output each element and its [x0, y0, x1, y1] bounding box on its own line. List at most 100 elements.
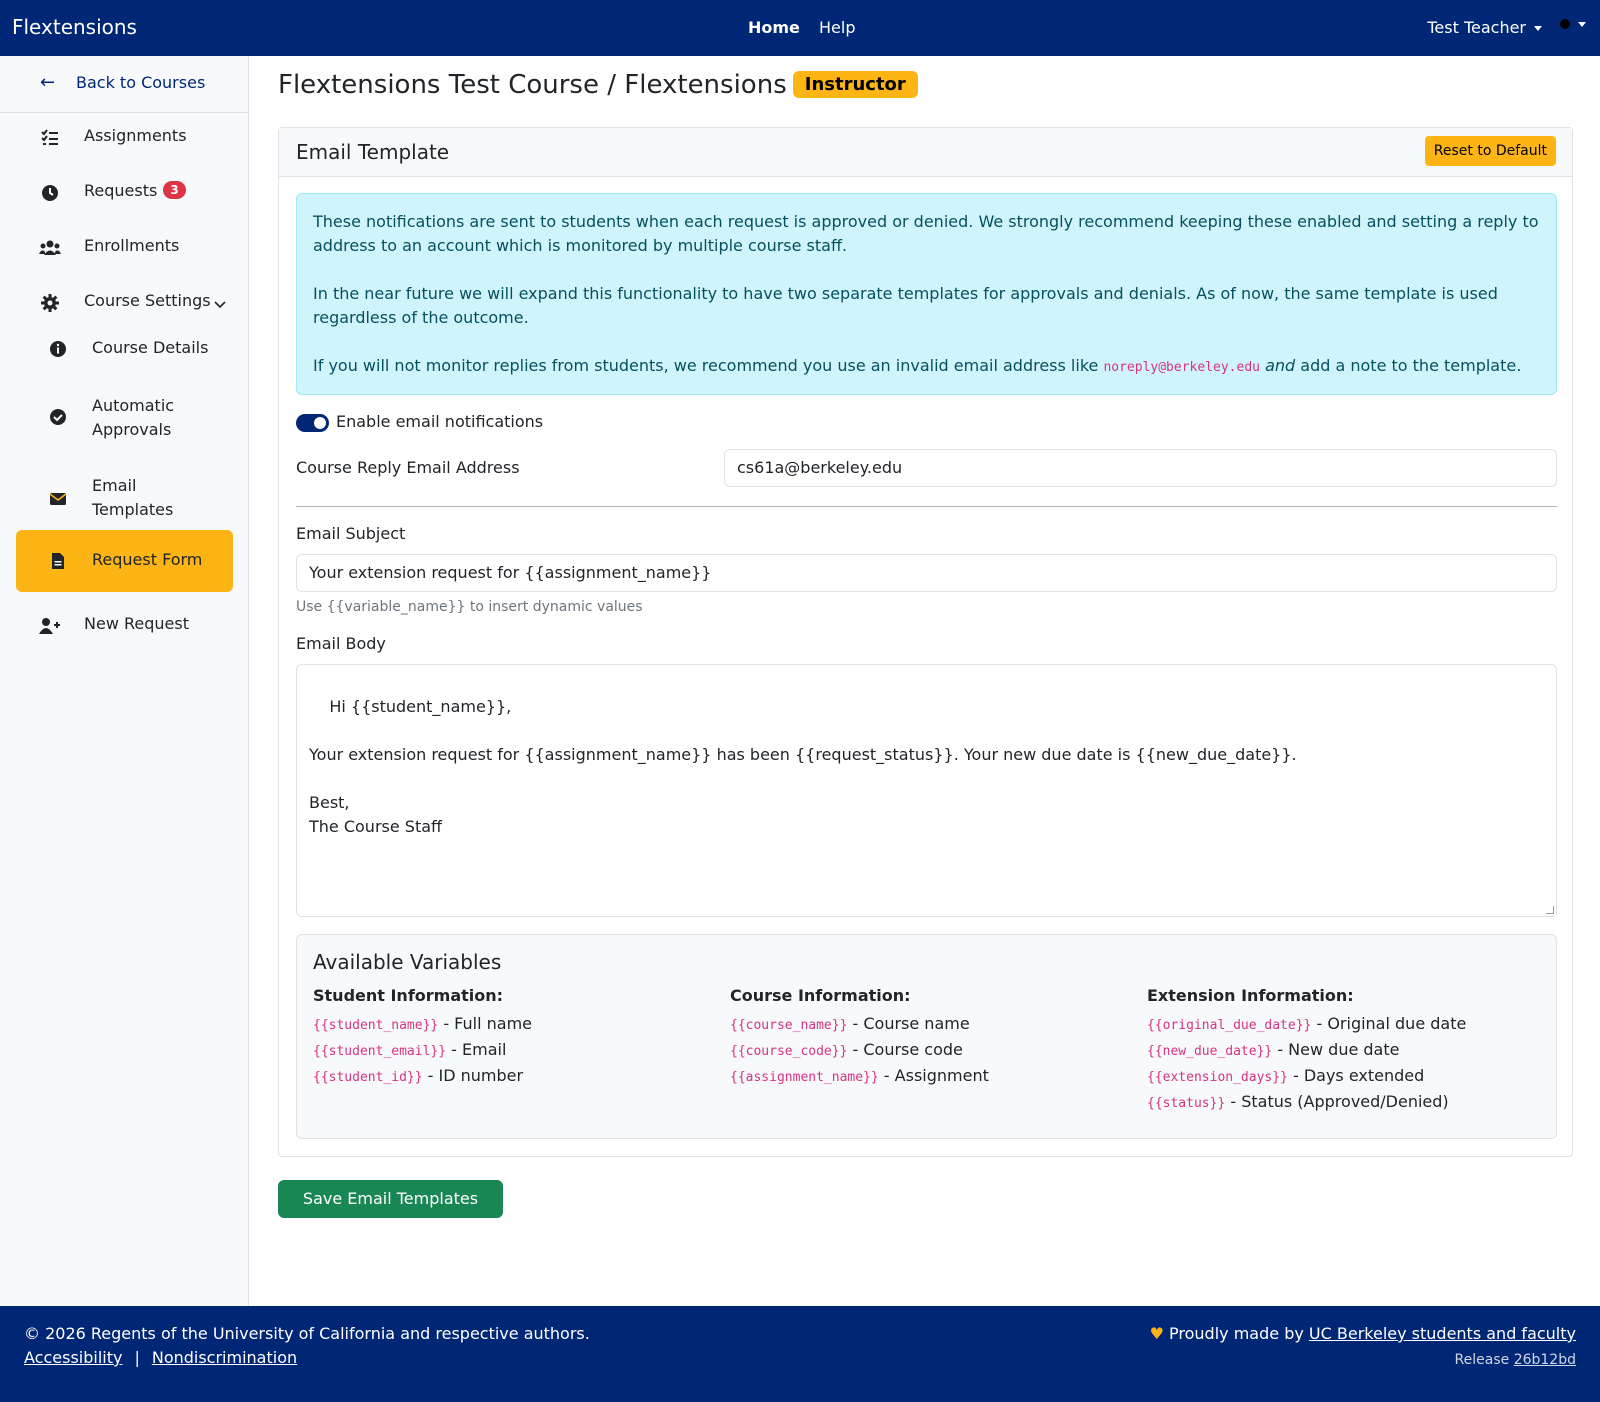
alert-emphasis: and	[1265, 356, 1296, 375]
extension-info-column: Extension Information: {{original_due_da…	[1147, 984, 1547, 1116]
variable-desc: - Status (Approved/Denied)	[1225, 1092, 1449, 1111]
sidebar: ← Back to Courses Assignments Requests 3 …	[0, 56, 249, 1306]
footer: © 2026 Regents of the University of Cali…	[0, 1306, 1600, 1402]
sidebar-item-enrollments[interactable]: Enrollments	[0, 236, 249, 276]
variable-row: {{student_name}} - Full name	[313, 1012, 713, 1038]
student-info-column: Student Information: {{student_name}} - …	[313, 984, 713, 1090]
email-body-label: Email Body	[296, 634, 386, 653]
sidebar-item-assignments[interactable]: Assignments	[0, 126, 249, 166]
release-link[interactable]: 26b12bd	[1514, 1352, 1576, 1368]
uc-berkeley-link[interactable]: UC Berkeley students and faculty	[1309, 1324, 1576, 1343]
theme-toggle[interactable]	[1560, 16, 1586, 32]
email-body-textarea[interactable]: Hi {{student_name}}, Your extension requ…	[296, 664, 1557, 917]
envelope-icon	[49, 493, 67, 505]
resize-handle[interactable]	[1546, 906, 1554, 914]
save-email-templates-button[interactable]: Save Email Templates	[278, 1180, 503, 1218]
top-navbar: Flextensions Home Help Test Teacher	[0, 0, 1600, 56]
variable-code: {{student_name}}	[313, 1018, 439, 1033]
copyright-text: © 2026 Regents of the University of Cali…	[24, 1324, 590, 1343]
sidebar-item-new-request[interactable]: New Request	[0, 614, 249, 654]
variable-code: {{student_id}}	[313, 1070, 423, 1085]
sidebar-item-label: Request Form	[92, 550, 203, 569]
variable-code: {{original_due_date}}	[1147, 1018, 1312, 1033]
toggle-knob	[314, 417, 326, 429]
check-circle-icon	[50, 409, 66, 425]
footer-links: Accessibility | Nondiscrimination	[24, 1348, 297, 1367]
variable-row: {{course_code}} - Course code	[730, 1038, 1130, 1064]
variable-code: {{extension_days}}	[1147, 1070, 1288, 1085]
user-menu[interactable]: Test Teacher	[1427, 18, 1542, 37]
noreply-email-code: noreply@berkeley.edu	[1103, 360, 1260, 375]
sidebar-item-requests[interactable]: Requests 3	[0, 181, 249, 221]
alert-text: add a note to the template.	[1295, 356, 1522, 375]
variable-row: {{course_name}} - Course name	[730, 1012, 1130, 1038]
reply-email-label: Course Reply Email Address	[296, 458, 520, 477]
variable-row: {{assignment_name}} - Assignment	[730, 1064, 1130, 1090]
card-header: Email Template Reset to Default	[279, 128, 1572, 177]
course-info-heading: Course Information:	[730, 986, 911, 1005]
back-to-courses-link[interactable]: ← Back to Courses	[0, 56, 248, 113]
available-variables-panel: Available Variables Student Information:…	[296, 934, 1557, 1139]
user-name: Test Teacher	[1427, 18, 1526, 37]
heart-icon: ♥	[1149, 1324, 1164, 1343]
nav-home-link[interactable]: Home	[748, 18, 800, 37]
sun-icon	[1560, 19, 1570, 29]
sidebar-item-course-details[interactable]: Course Details	[0, 338, 249, 378]
variable-row: {{extension_days}} - Days extended	[1147, 1064, 1547, 1090]
sidebar-item-automatic-approvals[interactable]: Automatic Approvals	[0, 394, 249, 444]
clock-icon	[42, 185, 58, 201]
made-by: ♥ Proudly made by UC Berkeley students a…	[1150, 1324, 1576, 1343]
sidebar-item-label: Requests	[84, 181, 158, 200]
sidebar-item-course-settings[interactable]: Course Settings	[0, 291, 249, 331]
alert-paragraph-2: In the near future we will expand this f…	[313, 284, 1498, 327]
release-label: Release	[1454, 1352, 1510, 1368]
card-title: Email Template	[296, 140, 450, 164]
list-check-icon	[41, 129, 58, 145]
sidebar-item-label: Course Settings	[84, 291, 211, 310]
variable-desc: - Course name	[847, 1014, 970, 1033]
arrow-left-icon: ←	[40, 72, 56, 93]
sidebar-item-label: New Request	[84, 614, 189, 633]
variable-row: {{student_id}} - ID number	[313, 1064, 713, 1090]
available-variables-title: Available Variables	[313, 950, 502, 974]
sidebar-item-label: Email Templates	[92, 476, 174, 519]
reply-email-input[interactable]: cs61a@berkeley.edu	[724, 449, 1557, 487]
variable-code: {{new_due_date}}	[1147, 1044, 1273, 1059]
alert-text: If you will not monitor replies from stu…	[313, 356, 1104, 375]
role-badge: Instructor	[792, 71, 918, 98]
divider	[296, 506, 1557, 507]
chevron-down-icon	[1534, 26, 1542, 31]
nondiscrimination-link[interactable]: Nondiscrimination	[152, 1348, 297, 1367]
email-subject-label: Email Subject	[296, 524, 406, 543]
variable-desc: - Original due date	[1311, 1014, 1467, 1033]
gear-icon	[41, 294, 59, 312]
variable-row: {{original_due_date}} - Original due dat…	[1147, 1012, 1547, 1038]
variable-desc: - Full name	[438, 1014, 532, 1033]
release-info: Release 26b12bd	[1455, 1352, 1576, 1368]
email-notifications-toggle[interactable]	[296, 414, 329, 432]
page-title: Flextensions Test Course / Flextensions	[278, 70, 787, 100]
sidebar-item-label: Course Details	[92, 338, 209, 357]
page-title-row: Flextensions Test Course / Flextensions I…	[278, 70, 918, 100]
sidebar-item-request-form[interactable]: Request Form	[0, 550, 249, 590]
variable-desc: - Days extended	[1287, 1066, 1425, 1085]
sidebar-item-label: Automatic Approvals	[92, 396, 175, 439]
email-body-text: Hi {{student_name}}, Your extension requ…	[309, 697, 1297, 836]
reset-to-default-button[interactable]: Reset to Default	[1424, 136, 1556, 166]
back-to-courses-label: Back to Courses	[76, 73, 206, 92]
main-nav: Home Help	[748, 18, 869, 37]
variable-desc: - New due date	[1272, 1040, 1400, 1059]
variable-desc: - Assignment	[878, 1066, 989, 1085]
sidebar-item-email-templates[interactable]: Email Templates	[0, 474, 249, 530]
email-subject-input[interactable]: Your extension request for {{assignment_…	[296, 554, 1557, 592]
variable-code: {{assignment_name}}	[730, 1070, 879, 1085]
nav-help-link[interactable]: Help	[819, 18, 855, 37]
users-icon	[39, 240, 61, 255]
brand-logo[interactable]: Flextensions	[12, 15, 137, 39]
email-notifications-label: Enable email notifications	[336, 412, 544, 431]
subject-help-text: Use {{variable_name}} to insert dynamic …	[296, 599, 643, 615]
accessibility-link[interactable]: Accessibility	[24, 1348, 122, 1367]
variable-row: {{student_email}} - Email	[313, 1038, 713, 1064]
variable-code: {{course_name}}	[730, 1018, 848, 1033]
variable-code: {{status}}	[1147, 1096, 1226, 1111]
